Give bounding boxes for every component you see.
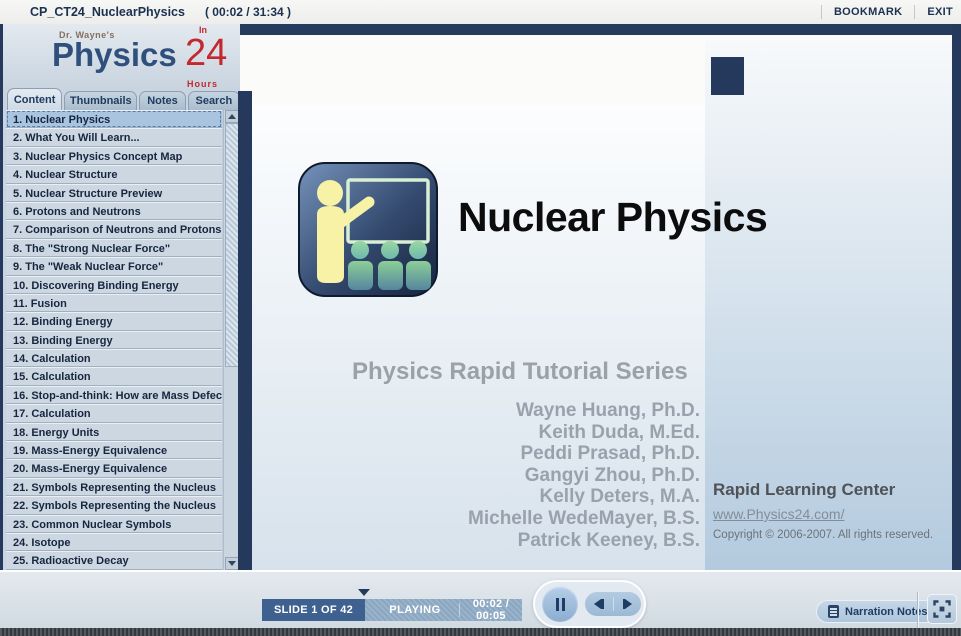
narration-notes-label: Narration Notes: [845, 606, 928, 618]
player-bar: SLIDE 1 OF 42 PLAYING 00:02 / 00:05: [0, 570, 961, 636]
toc-item[interactable]: 11. Fusion: [6, 294, 222, 312]
author-line: Keith Duda, M.Ed.: [340, 422, 700, 444]
toc-item[interactable]: 10. Discovering Binding Energy: [6, 276, 222, 294]
author-line: Peddi Prasad, Ph.D.: [340, 443, 700, 465]
exit-button[interactable]: EXIT: [927, 6, 953, 18]
toc-item[interactable]: 22. Symbols Representing the Nucleus: [6, 496, 222, 514]
author-line: Patrick Keeney, B.S.: [340, 530, 700, 552]
toc-item[interactable]: 18. Energy Units: [6, 423, 222, 441]
playback-progress-bar[interactable]: SLIDE 1 OF 42 PLAYING 00:02 / 00:05: [262, 599, 522, 621]
tab-search[interactable]: Search: [188, 91, 240, 110]
slide-subtitle: Physics Rapid Tutorial Series: [352, 358, 688, 386]
fullscreen-icon: [932, 599, 952, 619]
author-line: Michelle WedeMayer, B.S.: [340, 508, 700, 530]
toc-item[interactable]: 12. Binding Energy: [6, 312, 222, 330]
logo-in-text: In: [199, 25, 207, 35]
brand-logo: Dr. Wayne's Physics 24 In Hours: [3, 24, 240, 88]
bottom-edge-strip: [0, 628, 961, 636]
logo-hours-text: Hours: [187, 79, 218, 88]
toc-item[interactable]: 5. Nuclear Structure Preview: [6, 184, 222, 202]
step-back-icon: [594, 599, 601, 609]
arrow-up-icon: [228, 114, 236, 119]
toc-item[interactable]: 14. Calculation: [6, 349, 222, 367]
playback-status: PLAYING: [371, 604, 459, 616]
author-line: Kelly Deters, M.A.: [340, 486, 700, 508]
tab-notes[interactable]: Notes: [139, 91, 185, 110]
toc-item[interactable]: 6. Protons and Neutrons: [6, 202, 222, 220]
divider: [613, 597, 614, 611]
toc-item[interactable]: 4. Nuclear Structure: [6, 165, 222, 183]
arrow-down-icon: [228, 561, 236, 566]
playhead-marker-icon[interactable]: [358, 589, 370, 596]
sidebar: Dr. Wayne's Physics 24 In Hours Content …: [0, 24, 240, 570]
toc-item[interactable]: 17. Calculation: [6, 404, 222, 422]
toc-item[interactable]: 16. Stop-and-think: How are Mass Defect …: [6, 386, 222, 404]
presentation-icon: [298, 162, 438, 297]
toc-item[interactable]: 2. What You Will Learn...: [6, 128, 222, 146]
bookmark-button[interactable]: BOOKMARK: [834, 6, 902, 18]
org-website-link[interactable]: www.Physics24.com/: [713, 506, 844, 522]
previous-slide-button[interactable]: [594, 599, 604, 609]
scrollbar-thumb[interactable]: [225, 123, 239, 367]
table-of-contents: 1. Nuclear Physics 2. What You Will Lear…: [6, 110, 240, 570]
pause-icon: [556, 598, 565, 611]
toc-item[interactable]: 20. Mass-Energy Equivalence: [6, 459, 222, 477]
toc-item[interactable]: 9. The "Weak Nuclear Force": [6, 257, 222, 275]
copyright-text: Copyright © 2006-2007. All rights reserv…: [713, 529, 933, 541]
stage-right-border: [952, 24, 961, 570]
pause-button[interactable]: [542, 586, 578, 622]
divider: [821, 5, 822, 19]
toc-item[interactable]: 21. Symbols Representing the Nucleus: [6, 478, 222, 496]
toc-item[interactable]: 13. Binding Energy: [6, 331, 222, 349]
logo-number-text: 24: [185, 32, 227, 75]
author-line: Gangyi Zhou, Ph.D.: [340, 465, 700, 487]
slide-logo-block: [711, 57, 744, 95]
slide-title: Nuclear Physics: [458, 194, 767, 241]
playback-controls: [533, 580, 646, 628]
divider: [917, 592, 918, 630]
sidebar-tabs: Content Thumbnails Notes Search: [6, 88, 240, 110]
tab-thumbnails[interactable]: Thumbnails: [64, 91, 137, 110]
author-line: Wayne Huang, Ph.D.: [340, 400, 700, 422]
toc-item[interactable]: 19. Mass-Energy Equivalence: [6, 441, 222, 459]
org-name: Rapid Learning Center: [713, 480, 895, 500]
scroll-down-button[interactable]: [225, 557, 239, 570]
next-slide-button[interactable]: [623, 599, 633, 609]
title-bar: CP_CT24_NuclearPhysics ( 00:02 / 31:34 )…: [0, 0, 961, 25]
notes-document-icon: [828, 605, 839, 618]
toc-item[interactable]: 25. Radioactive Decay: [6, 551, 222, 569]
lesson-title: CP_CT24_NuclearPhysics: [30, 5, 185, 19]
logo-word-text: Physics: [52, 36, 177, 74]
toc-list: 1. Nuclear Physics 2. What You Will Lear…: [6, 110, 222, 570]
toc-item[interactable]: 8. The "Strong Nuclear Force": [6, 239, 222, 257]
narration-notes-button[interactable]: Narration Notes: [816, 600, 940, 623]
toc-item[interactable]: 1. Nuclear Physics: [6, 110, 222, 128]
application-window: CP_CT24_NuclearPhysics ( 00:02 / 31:34 )…: [0, 0, 961, 636]
fullscreen-button[interactable]: [927, 594, 957, 624]
toc-item[interactable]: 23. Common Nuclear Symbols: [6, 515, 222, 533]
scroll-up-button[interactable]: [225, 110, 239, 123]
author-list: Wayne Huang, Ph.D. Keith Duda, M.Ed. Ped…: [340, 400, 700, 551]
stage-left-border: [238, 91, 252, 570]
tab-content[interactable]: Content: [7, 88, 62, 110]
toc-item[interactable]: 24. Isotope: [6, 533, 222, 551]
slide-time-indicator: 00:02 / 00:05: [460, 598, 522, 622]
total-time-indicator: ( 00:02 / 31:34 ): [205, 5, 291, 19]
toc-item[interactable]: 15. Calculation: [6, 367, 222, 385]
step-forward-icon: [625, 599, 632, 609]
toc-item[interactable]: 7. Comparison of Neutrons and Protons: [6, 220, 222, 238]
slide-indicator: SLIDE 1 OF 42: [262, 599, 365, 621]
stage-top-bar: [240, 24, 961, 35]
divider: [914, 5, 915, 19]
toc-item[interactable]: 3. Nuclear Physics Concept Map: [6, 147, 222, 165]
step-back-bar-icon: [601, 599, 604, 609]
